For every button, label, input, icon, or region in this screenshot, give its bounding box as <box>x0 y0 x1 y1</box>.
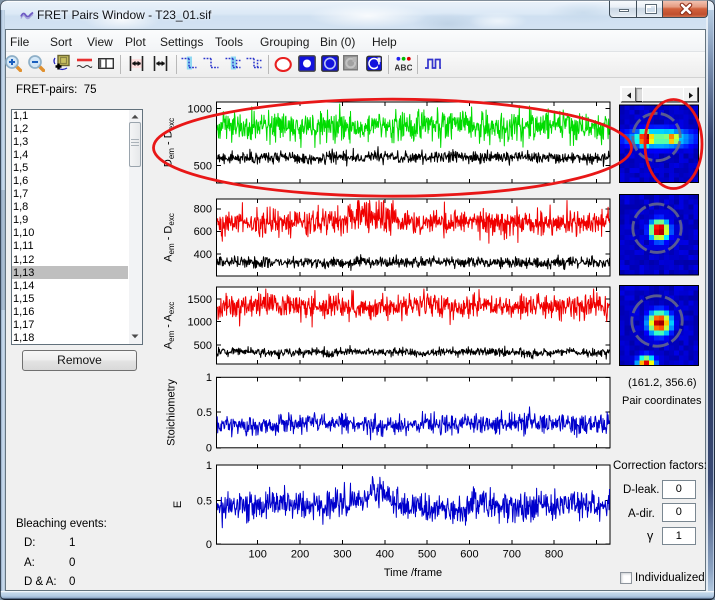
svg-text:ABC: ABC <box>395 62 412 72</box>
